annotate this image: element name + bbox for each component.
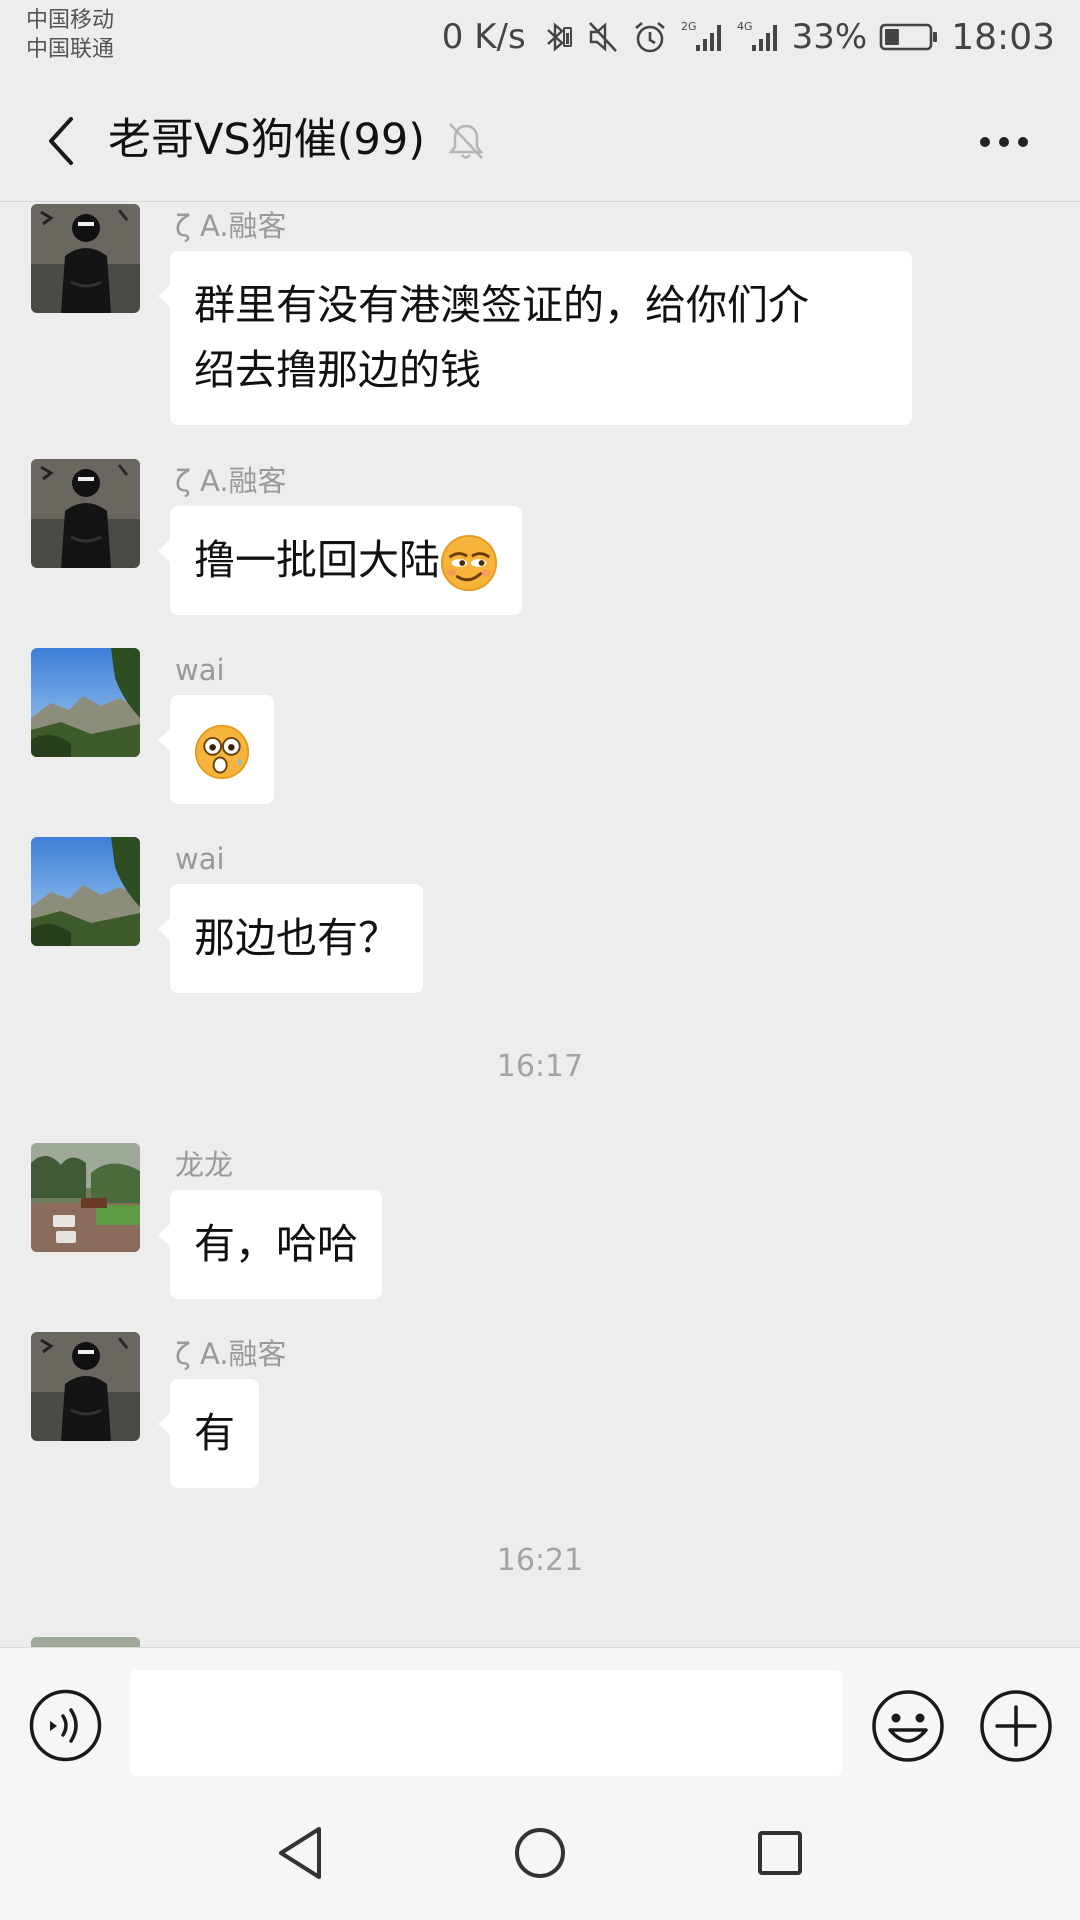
message-bubble[interactable] xyxy=(158,695,274,804)
carrier-1-label: 中国移动 xyxy=(26,8,115,33)
nav-home-button[interactable] xyxy=(500,1813,580,1893)
chat-title: 老哥VS狗催(99) xyxy=(108,115,425,165)
nav-recents-button[interactable] xyxy=(740,1813,820,1893)
sender-avatar[interactable] xyxy=(31,459,140,568)
message-bubble[interactable]: 有 xyxy=(158,1379,259,1488)
network-2-label: 4G xyxy=(737,20,753,33)
nav-back-button[interactable] xyxy=(260,1813,340,1893)
timestamp-divider: 16:17 xyxy=(496,1049,584,1084)
message-bubble[interactable]: 撸一批回大陆 xyxy=(158,506,522,615)
smirk-emoji-icon xyxy=(440,534,498,592)
square-recents-icon xyxy=(758,1831,802,1875)
bluetooth-icon xyxy=(546,22,572,52)
message-bubble[interactable]: 那边也有？ xyxy=(158,884,423,993)
alarm-icon xyxy=(634,22,665,53)
more-dots-icon xyxy=(999,137,1009,147)
back-button[interactable] xyxy=(30,105,92,177)
chat-input-bar xyxy=(0,1647,1080,1783)
chevron-left-icon xyxy=(49,117,73,165)
message-input[interactable] xyxy=(130,1670,842,1776)
smiley-icon[interactable] xyxy=(870,1688,946,1764)
network-speed: 0 K/s xyxy=(441,17,526,57)
sender-avatar[interactable] xyxy=(31,837,140,946)
message-text: 那边也有？ xyxy=(194,914,399,962)
status-indicators: 0 K/s 2G 4G 33% 18:03 xyxy=(442,14,1055,60)
message-list[interactable]: ζ A.融客 群里有没有港澳签证的，给你们介 绍去撸那边的钱 ζ A.融客 撸一… xyxy=(0,203,1080,1647)
message-text: 有 xyxy=(194,1409,235,1457)
mute-speaker-icon xyxy=(588,22,617,52)
status-bar: 中国移动 中国联通 0 K/s 2G 4G 33% 18:03 xyxy=(0,0,1080,80)
sender-name: wai xyxy=(175,842,225,876)
carrier-2-label: 中国联通 xyxy=(26,37,115,62)
message-text-line: 群里有没有港澳签证的，给你们介 xyxy=(194,281,809,329)
sender-name: ζ A.融客 xyxy=(175,1337,287,1371)
system-nav-bar xyxy=(0,1783,1080,1920)
battery-icon xyxy=(879,23,938,51)
more-options-button[interactable] xyxy=(966,114,1042,170)
message-text: 有，哈哈 xyxy=(194,1220,358,1268)
sender-avatar[interactable] xyxy=(31,1637,140,1647)
chat-header: 老哥VS狗催(99) xyxy=(0,80,1080,202)
sender-avatar[interactable] xyxy=(31,1143,140,1252)
sender-name: ζ A.融客 xyxy=(175,209,287,243)
message-bubble[interactable]: 群里有没有港澳签证的，给你们介 绍去撸那边的钱 xyxy=(158,251,912,425)
message-text-line: 绍去撸那边的钱 xyxy=(194,346,481,394)
network-1-label: 2G xyxy=(681,20,697,33)
signal-4g-icon: 4G xyxy=(737,20,777,51)
triangle-back-icon xyxy=(279,1827,321,1879)
sender-avatar[interactable] xyxy=(31,204,140,313)
circle-home-icon xyxy=(515,1828,565,1878)
battery-percent: 33% xyxy=(791,17,868,57)
message-text: 撸一批回大陆 xyxy=(194,536,440,584)
bell-muted-icon xyxy=(448,123,484,159)
sender-avatar[interactable] xyxy=(31,648,140,757)
voice-icon[interactable] xyxy=(28,1688,103,1763)
surprised-emoji-icon xyxy=(194,723,250,781)
sender-name: ζ A.融客 xyxy=(175,464,287,498)
message-bubble[interactable]: 有，哈哈 xyxy=(158,1190,382,1299)
status-time: 18:03 xyxy=(951,16,1055,58)
carrier-info: 中国移动 中国联通 xyxy=(26,6,114,64)
more-dots-icon xyxy=(1018,137,1028,147)
wechat-group-chat-screen: 中国移动 中国联通 0 K/s 2G 4G 33% 18:03 老哥VS狗催(9… xyxy=(0,0,1080,1920)
sender-avatar[interactable] xyxy=(31,1332,140,1441)
sender-name: wai xyxy=(175,653,225,687)
timestamp-divider: 16:21 xyxy=(496,1543,584,1578)
plus-circle-icon[interactable] xyxy=(978,1688,1054,1764)
signal-2g-icon: 2G xyxy=(681,20,721,51)
sender-name: 龙龙 xyxy=(175,1148,234,1182)
more-dots-icon xyxy=(980,137,990,147)
